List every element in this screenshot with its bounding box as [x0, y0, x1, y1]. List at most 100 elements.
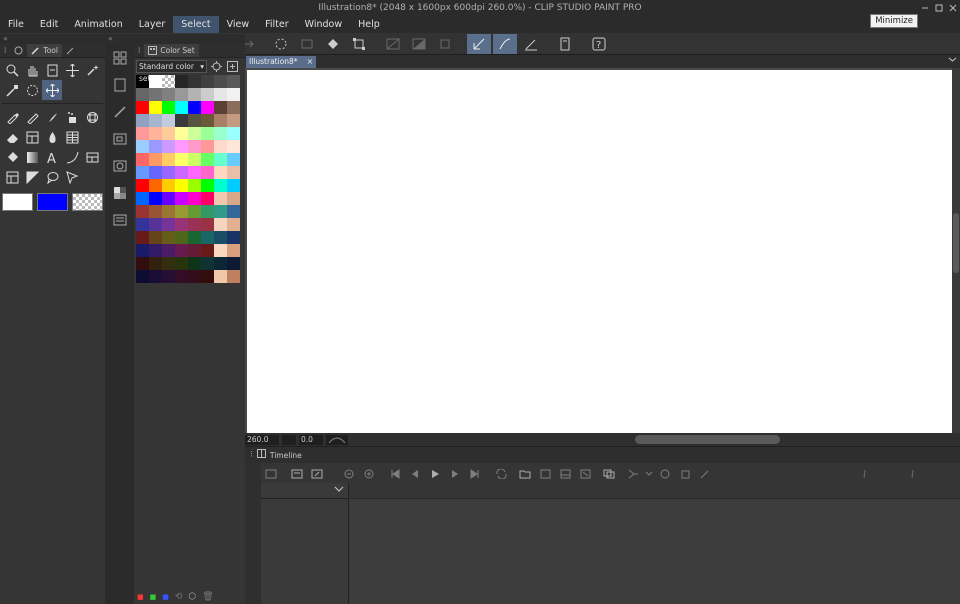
color-swatch[interactable] — [227, 88, 240, 101]
color-swatch[interactable] — [201, 192, 214, 205]
crop-icon[interactable] — [433, 34, 457, 54]
maximize-icon[interactable] — [932, 0, 946, 16]
color-swatch[interactable] — [162, 244, 175, 257]
ruler-tool-icon[interactable] — [62, 127, 82, 147]
line-correction-tool-icon[interactable] — [22, 167, 42, 187]
snap-grid-icon[interactable] — [519, 34, 543, 54]
chevron-down-icon[interactable] — [948, 55, 957, 67]
panel-frame-tool-icon[interactable] — [2, 167, 22, 187]
color-swatch[interactable] — [136, 88, 149, 101]
color-swatch[interactable] — [149, 166, 162, 179]
color-swatch[interactable] — [175, 218, 188, 231]
color-swatch[interactable] — [162, 101, 175, 114]
color-swatch[interactable] — [149, 75, 162, 88]
add-color-set-icon[interactable] — [225, 60, 239, 73]
color-swatch[interactable] — [188, 244, 201, 257]
color-swatch[interactable] — [162, 166, 175, 179]
color-swatch[interactable] — [214, 218, 227, 231]
sub-view-panel-icon[interactable] — [105, 152, 134, 179]
keyframe-icon[interactable] — [623, 466, 643, 482]
color-swatch[interactable] — [201, 205, 214, 218]
brush-size-panel-icon[interactable] — [105, 98, 134, 125]
color-swatch[interactable] — [175, 192, 188, 205]
chevron-left-icon[interactable]: « — [3, 34, 8, 43]
rotate-icon[interactable]: ⟲ — [175, 592, 183, 602]
color-swatch[interactable] — [175, 127, 188, 140]
color-swatch[interactable] — [214, 140, 227, 153]
rotation-dial[interactable] — [326, 434, 348, 445]
color-swatch[interactable] — [188, 257, 201, 270]
color-swatch[interactable] — [162, 114, 175, 127]
fill-icon[interactable] — [321, 34, 345, 54]
color-swatch[interactable] — [149, 114, 162, 127]
chevron-down-icon[interactable] — [334, 485, 344, 496]
horizontal-scroll-thumb[interactable] — [635, 435, 780, 444]
color-swatch[interactable] — [227, 140, 240, 153]
move-layer-tool-icon[interactable] — [62, 60, 82, 80]
color-swatch[interactable] — [227, 114, 240, 127]
color-swatch[interactable] — [162, 153, 175, 166]
color-swatch[interactable] — [201, 179, 214, 192]
color-swatch[interactable] — [227, 231, 240, 244]
color-swatch[interactable] — [214, 166, 227, 179]
vertical-scroll-thumb[interactable] — [953, 213, 959, 273]
gradient-tool-icon[interactable] — [22, 147, 42, 167]
vertical-scrollbar[interactable] — [952, 68, 960, 433]
color-swatch[interactable] — [136, 179, 149, 192]
zoom-in-icon[interactable] — [359, 466, 379, 482]
color-swatch[interactable] — [175, 101, 188, 114]
decoration-tool-icon[interactable] — [82, 107, 102, 127]
color-swatch[interactable] — [149, 231, 162, 244]
eraser-tool-icon[interactable] — [2, 127, 22, 147]
color-swatch[interactable] — [162, 88, 175, 101]
keyframe-chevron-down-icon[interactable] — [643, 466, 655, 482]
minimize-icon[interactable] — [918, 0, 932, 16]
menu-filter[interactable]: Filter — [257, 16, 297, 33]
color-swatch[interactable] — [188, 166, 201, 179]
tab-sub-tool[interactable] — [10, 44, 27, 57]
color-swatch[interactable] — [149, 88, 162, 101]
color-set-settings-icon[interactable] — [209, 60, 223, 73]
color-slider-panel-icon[interactable] — [105, 179, 134, 206]
color-swatch[interactable] — [214, 179, 227, 192]
sub-tool-panel-icon[interactable] — [105, 44, 134, 71]
operation-tool-icon[interactable] — [42, 60, 62, 80]
close-tab-icon[interactable]: × — [307, 56, 313, 68]
color-swatch[interactable] — [175, 205, 188, 218]
color-swatch[interactable] — [214, 153, 227, 166]
color-swatch[interactable] — [214, 101, 227, 114]
timeline-frame-area[interactable] — [349, 483, 960, 604]
dock-collapse-bar[interactable]: « — [105, 34, 134, 44]
object-move-tool-icon[interactable] — [42, 80, 62, 100]
color-swatch[interactable] — [149, 218, 162, 231]
color-swatch[interactable] — [201, 166, 214, 179]
tab-tool[interactable]: Tool — [27, 44, 62, 57]
color-swatch[interactable] — [175, 179, 188, 192]
frame-border-tool-icon[interactable] — [22, 127, 42, 147]
color-set-dropdown[interactable]: Standard color set ▾ — [136, 60, 207, 83]
color-swatch[interactable] — [188, 192, 201, 205]
color-swatch[interactable] — [188, 114, 201, 127]
navigator-panel-icon[interactable] — [105, 125, 134, 152]
color-set-collapse-bar[interactable] — [134, 34, 245, 44]
menu-animation[interactable]: Animation — [66, 16, 130, 33]
balloon-tool-icon[interactable] — [42, 167, 62, 187]
color-swatch[interactable] — [149, 244, 162, 257]
pen-tool-icon[interactable] — [2, 107, 22, 127]
menu-select[interactable]: Select — [173, 16, 219, 33]
frame-tool-icon[interactable] — [82, 147, 102, 167]
color-swatch[interactable] — [201, 257, 214, 270]
color-swatch[interactable] — [201, 114, 214, 127]
color-swatch[interactable] — [136, 231, 149, 244]
color-swatch[interactable] — [201, 244, 214, 257]
invert-selection-icon[interactable] — [407, 34, 431, 54]
color-swatch[interactable] — [214, 244, 227, 257]
color-swatch[interactable] — [214, 127, 227, 140]
color-swatch[interactable] — [201, 88, 214, 101]
color-swatch[interactable] — [201, 231, 214, 244]
color-swatch[interactable] — [175, 270, 188, 283]
color-swatch[interactable] — [175, 166, 188, 179]
menu-edit[interactable]: Edit — [32, 16, 66, 33]
new-timeline-icon[interactable] — [261, 466, 281, 482]
color-swatch[interactable] — [188, 218, 201, 231]
